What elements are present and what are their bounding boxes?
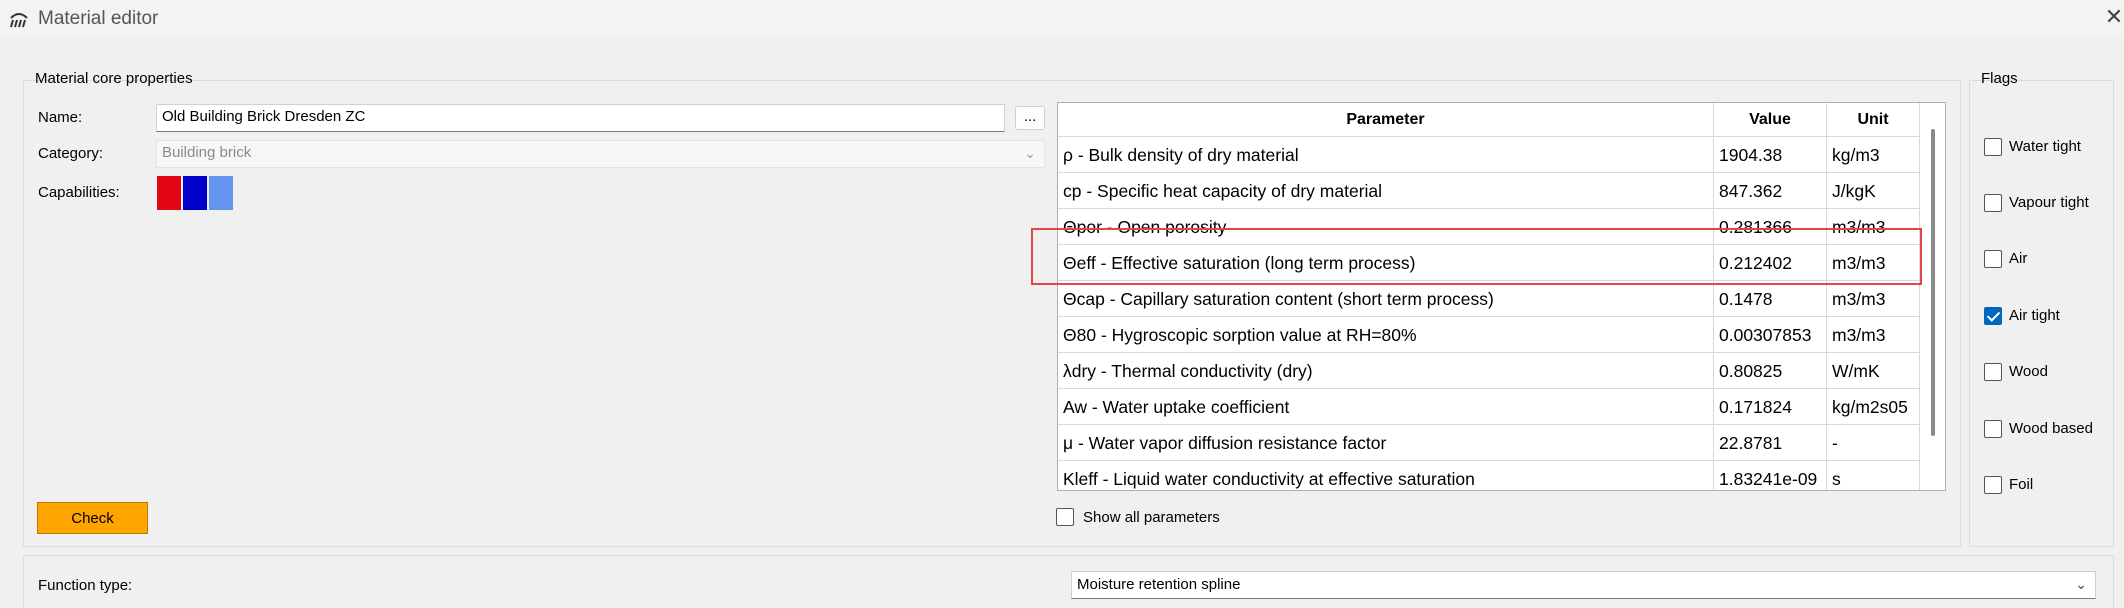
flag-label-air-tight[interactable]: Air tight <box>2009 307 2060 324</box>
flag-label-air[interactable]: Air <box>2009 250 2027 267</box>
capability-swatch <box>209 176 233 210</box>
table-row[interactable]: λdry - Thermal conductivity (dry) 0.8082… <box>1058 352 1920 389</box>
unit-cell: m3/m3 <box>1827 281 1920 317</box>
unit-cell: kg/m3 <box>1827 137 1920 173</box>
table-row[interactable]: μ - Water vapor diffusion resistance fac… <box>1058 424 1920 461</box>
flag-label-vapour-tight[interactable]: Vapour tight <box>2009 194 2089 211</box>
flag-checkbox-wood[interactable] <box>1984 363 2002 381</box>
core-properties-title: Material core properties <box>35 70 193 87</box>
app-icon <box>10 13 28 28</box>
unit-cell: kg/m2s05 <box>1827 389 1920 425</box>
flag-checkbox-water-tight[interactable] <box>1984 138 2002 156</box>
chevron-down-icon: ⌄ <box>2075 576 2087 592</box>
value-cell[interactable]: 847.362 <box>1714 173 1827 209</box>
function-type-value: Moisture retention spline <box>1077 576 1241 593</box>
table-row[interactable]: Θ80 - Hygroscopic sorption value at RH=8… <box>1058 316 1920 353</box>
table-row[interactable]: ρ - Bulk density of dry material 1904.38… <box>1058 136 1920 173</box>
category-select: Building brick ⌄ <box>156 140 1045 168</box>
flag-checkbox-foil[interactable] <box>1984 476 2002 494</box>
flag-checkbox-air-tight[interactable] <box>1984 307 2002 325</box>
table-row[interactable]: Θcap - Capillary saturation content (sho… <box>1058 280 1920 317</box>
column-header-value[interactable]: Value <box>1714 103 1827 136</box>
capability-swatch <box>157 176 181 210</box>
chevron-down-icon: ⌄ <box>1024 145 1036 161</box>
parameter-cell: μ - Water vapor diffusion resistance fac… <box>1058 425 1714 461</box>
function-type-label: Function type: <box>38 577 133 594</box>
category-label: Category: <box>38 145 104 162</box>
category-value: Building brick <box>162 144 252 161</box>
window-title: Material editor <box>38 8 159 29</box>
close-icon[interactable]: ✕ <box>2104 0 2124 34</box>
value-cell[interactable]: 0.1478 <box>1714 281 1827 317</box>
flags-title: Flags <box>1981 70 2018 87</box>
table-row[interactable]: Kleff - Liquid water conductivity at eff… <box>1058 460 1920 490</box>
highlight-box <box>1031 228 1922 285</box>
parameter-cell: ρ - Bulk density of dry material <box>1058 137 1714 173</box>
value-cell[interactable]: 0.00307853 <box>1714 317 1827 353</box>
parameter-cell: Θcap - Capillary saturation content (sho… <box>1058 281 1714 317</box>
show-all-label[interactable]: Show all parameters <box>1083 509 1220 526</box>
flag-checkbox-air[interactable] <box>1984 250 2002 268</box>
table-row[interactable]: cp - Specific heat capacity of dry mater… <box>1058 172 1920 209</box>
capability-swatch <box>183 176 207 210</box>
value-cell[interactable]: 22.8781 <box>1714 425 1827 461</box>
flag-checkbox-vapour-tight[interactable] <box>1984 194 2002 212</box>
flag-label-wood-based[interactable]: Wood based <box>2009 420 2093 437</box>
capabilities-label: Capabilities: <box>38 184 120 201</box>
unit-cell: s <box>1827 461 1920 490</box>
name-input[interactable]: Old Building Brick Dresden ZC <box>156 104 1005 132</box>
parameter-cell: λdry - Thermal conductivity (dry) <box>1058 353 1714 389</box>
parameter-cell: Kleff - Liquid water conductivity at eff… <box>1058 461 1714 490</box>
table-row[interactable]: Aw - Water uptake coefficient 0.171824 k… <box>1058 388 1920 425</box>
flag-label-foil[interactable]: Foil <box>2009 476 2033 493</box>
value-cell[interactable]: 0.171824 <box>1714 389 1827 425</box>
flag-label-water-tight[interactable]: Water tight <box>2009 138 2081 155</box>
column-header-parameter[interactable]: Parameter <box>1058 103 1714 136</box>
flag-label-wood[interactable]: Wood <box>2009 363 2048 380</box>
value-cell[interactable]: 1.83241e-09 <box>1714 461 1827 490</box>
parameter-table: Parameter Value Unit ρ - Bulk density of… <box>1057 102 1946 491</box>
name-label: Name: <box>38 109 83 126</box>
parameter-cell: cp - Specific heat capacity of dry mater… <box>1058 173 1714 209</box>
table-scrollbar[interactable] <box>1931 129 1935 436</box>
unit-cell: J/kgK <box>1827 173 1920 209</box>
parameter-cell: Θ80 - Hygroscopic sorption value at RH=8… <box>1058 317 1714 353</box>
unit-cell: m3/m3 <box>1827 317 1920 353</box>
column-header-unit[interactable]: Unit <box>1827 103 1920 136</box>
value-cell[interactable]: 0.80825 <box>1714 353 1827 389</box>
function-type-select[interactable]: Moisture retention spline ⌄ <box>1071 571 2096 599</box>
title-bar: Material editor ✕ <box>0 0 2124 38</box>
value-cell[interactable]: 1904.38 <box>1714 137 1827 173</box>
flag-checkbox-wood-based[interactable] <box>1984 420 2002 438</box>
unit-cell: - <box>1827 425 1920 461</box>
show-all-checkbox[interactable] <box>1056 508 1074 526</box>
table-header: Parameter Value Unit <box>1058 103 1920 136</box>
parameter-cell: Aw - Water uptake coefficient <box>1058 389 1714 425</box>
unit-cell: W/mK <box>1827 353 1920 389</box>
name-browse-button[interactable]: ... <box>1015 106 1045 130</box>
check-button[interactable]: Check <box>37 502 148 534</box>
